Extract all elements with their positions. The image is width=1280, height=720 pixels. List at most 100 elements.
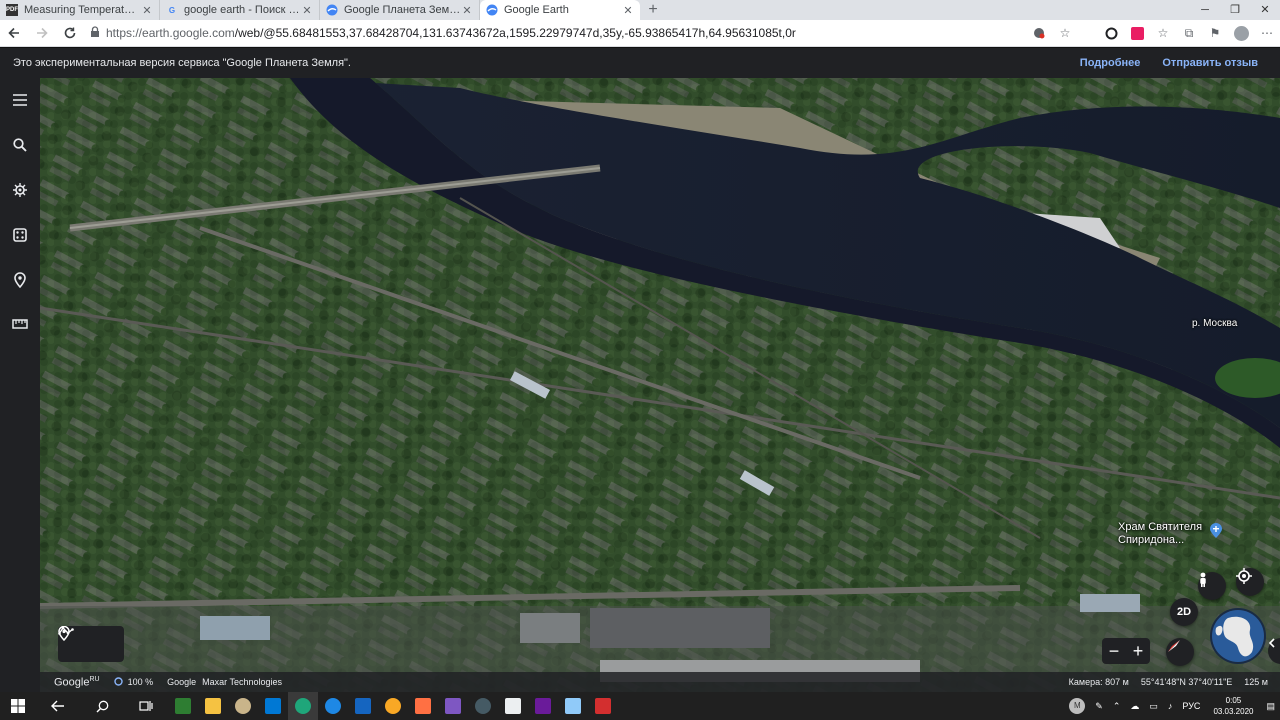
app-icon [415,698,431,714]
user-avatar[interactable]: M [1069,698,1086,714]
coordinates: 55°41'48"N 37°40'11"E [1140,677,1233,687]
taskbar-app-7[interactable] [348,692,378,720]
taskbar-app-10[interactable] [438,692,468,720]
favorites-icon[interactable]: ☆ [1150,20,1176,47]
close-icon[interactable]: ✕ [461,4,473,17]
task-view-button[interactable] [124,692,168,720]
taskbar-app-14[interactable] [558,692,588,720]
google-g-icon: G [168,5,176,15]
taskbar-app-6[interactable] [318,692,348,720]
tab-title: Google Планета Земля [344,4,461,16]
more-menu-icon[interactable]: ⋯ [1254,20,1280,47]
taskbar-app-8[interactable] [378,692,408,720]
earth-sidebar [0,78,40,692]
tab-google-earth-ru[interactable]: Google Планета Земля ✕ [320,0,480,20]
app-icon [505,698,521,714]
forward-button[interactable] [28,20,56,47]
place-pin-icon[interactable] [1209,523,1223,539]
taskbar-app-11[interactable] [468,692,498,720]
feedback-icon[interactable]: ⚑ [1202,20,1228,47]
tray-chevron-up-icon[interactable]: ⌃ [1113,701,1121,712]
app-icon [355,698,371,714]
address-bar[interactable]: https://earth.google.com/web/@55.6848155… [84,20,1026,47]
satellite-imagery [40,78,1280,692]
close-icon[interactable]: ✕ [622,4,634,17]
place-label[interactable]: Храм Святителя Спиридона... [1118,521,1202,547]
pegman-button[interactable] [1198,572,1226,600]
app-icon [445,698,461,714]
chevron-left-icon [1268,638,1275,648]
new-tab-button[interactable]: + [640,0,666,20]
pdf-doc-icon: PDF [6,4,18,16]
minimize-button[interactable]: ─ [1190,0,1220,20]
reload-button[interactable] [56,20,84,47]
banner-message: Это экспериментальная версия сервиса "Go… [13,57,351,69]
learn-more-link[interactable]: Подробнее [1080,57,1141,69]
crosshair-icon [1236,568,1252,584]
tracking-icon[interactable] [1026,20,1052,47]
view-mode-2d-button[interactable]: 2D [1170,598,1198,626]
logo-region: RU [89,675,100,683]
close-window-button[interactable]: ✕ [1250,0,1280,20]
map-pin-icon [14,272,26,288]
taskbar-pdf-app[interactable] [588,692,618,720]
extension-circle-icon[interactable] [1098,20,1124,47]
tab-google-earth[interactable]: Google Earth ✕ [480,0,640,20]
taskbar-back-button[interactable] [36,692,80,720]
windows-logo-icon [11,699,25,713]
app-icon [475,698,491,714]
pen-icon[interactable]: ✎ [1095,701,1103,712]
voyager-button[interactable] [6,176,34,204]
taskbar-search-button[interactable] [80,692,124,720]
onedrive-icon[interactable]: ☁ [1130,701,1139,712]
close-icon[interactable]: ✕ [141,4,153,17]
taskbar-app-3[interactable] [228,692,258,720]
measure-button[interactable] [6,310,34,338]
placemark-tools [58,626,124,662]
earth-3d-view[interactable]: р. Москва Храм Святителя Спиридона... 2D [40,78,1280,692]
windows-start-button[interactable] [0,692,36,720]
taskbar-explorer-app[interactable] [198,692,228,720]
zoom-in-button[interactable]: + [1126,638,1150,664]
notifications-icon[interactable]: ▤ [1266,701,1275,712]
feeling-lucky-button[interactable] [6,221,34,249]
system-tray: M ✎ ⌃ ☁ ▭ ♪ РУС 0:05 03.03.2020 ▤ [1064,695,1280,717]
back-arrow-icon [8,27,19,39]
language-indicator[interactable]: РУС [1182,701,1200,711]
compass-button[interactable] [1166,638,1194,666]
zoom-out-button[interactable]: − [1102,638,1126,664]
restore-button[interactable]: ❐ [1220,0,1250,20]
menu-button[interactable] [6,86,34,114]
task-view-icon [139,701,153,711]
taskbar-app-13[interactable] [528,692,558,720]
globe-minimap[interactable] [1210,608,1266,664]
draw-line-button[interactable] [58,626,124,662]
tab-measuring-temperature[interactable]: PDF Measuring Temperature using P ✕ [0,0,160,20]
taskbar-edge-app[interactable] [288,692,318,720]
send-feedback-link[interactable]: Отправить отзыв [1162,57,1258,69]
taskbar-store-app[interactable] [168,692,198,720]
search-button[interactable] [6,131,34,159]
volume-icon[interactable]: ♪ [1168,701,1173,711]
path-icon [58,626,74,635]
my-location-button[interactable] [1236,568,1264,596]
clock[interactable]: 0:05 03.03.2020 [1213,695,1253,717]
logo-text: Google [54,676,90,689]
dice-icon [13,228,27,242]
bookmark-star-icon[interactable]: ☆ [1052,20,1078,47]
credit-maxar: Maxar Technologies [202,677,283,687]
network-icon[interactable]: ▭ [1149,701,1158,712]
collections-icon[interactable]: ⧉ [1176,20,1202,47]
taskbar-mail-app[interactable] [258,692,288,720]
earth-icon [326,4,338,16]
profile-avatar[interactable] [1228,20,1254,47]
tab-google-search[interactable]: G google earth - Поиск в Google ✕ [160,0,320,20]
back-button[interactable] [0,20,28,47]
ruler-icon [12,319,28,329]
taskbar-app-12[interactable] [498,692,528,720]
taskbar-app-9[interactable] [408,692,438,720]
close-icon[interactable]: ✕ [301,4,313,17]
my-places-button[interactable] [6,266,34,294]
extension-pink-icon[interactable] [1124,20,1150,47]
pegman-icon [1200,572,1206,587]
